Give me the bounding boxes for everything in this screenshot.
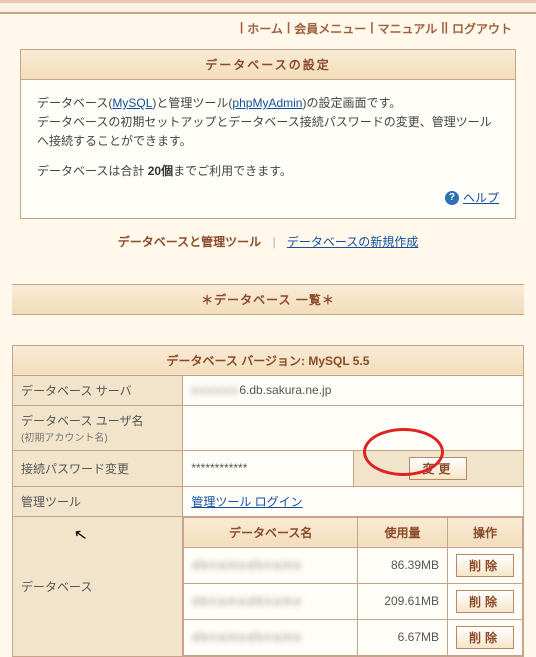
col-ops: 操作 bbox=[448, 517, 523, 547]
panel-desc: データベース(MySQL)と管理ツール(phpMyAdmin)の設定画面です。 … bbox=[37, 94, 499, 152]
quota-note: データベースは合計 20個までご利用できます。 bbox=[37, 162, 499, 181]
db-grid: データベース バージョン: MySQL 5.5 データベース サーバ xxxxx… bbox=[12, 345, 524, 657]
db-usage-cell: 86.39MB bbox=[358, 547, 448, 583]
panel-title: データベースの設定 bbox=[21, 50, 515, 80]
menu-member[interactable]: 会員メニュー bbox=[294, 20, 366, 37]
delete-button[interactable]: 削除 bbox=[456, 554, 514, 577]
delete-button[interactable]: 削除 bbox=[456, 626, 514, 649]
help-link[interactable]: ヘルプ bbox=[463, 189, 499, 208]
value-server: xxxxxx6.db.sakura.ne.jp bbox=[183, 375, 524, 405]
label-user: データベース ユーザ名(初期アカウント名) bbox=[13, 405, 183, 450]
menu-home[interactable]: ホーム bbox=[247, 20, 283, 37]
value-password: ************ bbox=[183, 450, 353, 486]
label-server: データベース サーバ bbox=[13, 375, 183, 405]
table-row: dbnamedbname86.39MB 削除 bbox=[184, 547, 523, 583]
db-name-cell: dbnamedbname bbox=[184, 619, 358, 655]
version-row: データベース バージョン: MySQL 5.5 bbox=[13, 345, 524, 375]
label-tool: 管理ツール bbox=[13, 486, 183, 516]
table-row: dbnamedbname6.67MB 削除 bbox=[184, 619, 523, 655]
top-menu: | ホーム | 会員メニュー | マニュアル || ログアウト bbox=[0, 14, 536, 45]
subnav-current: データベースと管理ツール bbox=[118, 235, 261, 249]
list-heading: ＊データベース 一覧＊ bbox=[12, 284, 524, 315]
col-usage: 使用量 bbox=[358, 517, 448, 547]
menu-logout[interactable]: ログアウト bbox=[452, 20, 512, 37]
label-password: 接続パスワード変更 bbox=[13, 450, 183, 486]
value-user bbox=[183, 405, 524, 450]
change-password-button[interactable]: 変更 bbox=[409, 457, 467, 480]
phpmyadmin-link[interactable]: phpMyAdmin bbox=[232, 96, 302, 110]
db-name-cell: dbnamedbname bbox=[184, 583, 358, 619]
label-databases: データベース bbox=[13, 516, 183, 656]
table-row: dbnamedbname209.61MB 削除 bbox=[184, 583, 523, 619]
menu-manual[interactable]: マニュアル bbox=[378, 20, 438, 37]
admin-tool-login-link[interactable]: 管理ツール ログイン bbox=[191, 495, 302, 509]
db-usage-cell: 209.61MB bbox=[358, 583, 448, 619]
mysql-link[interactable]: MySQL bbox=[112, 96, 152, 110]
db-name-cell: dbnamedbname bbox=[184, 547, 358, 583]
help-icon: ? bbox=[445, 191, 459, 205]
col-name: データベース名 bbox=[184, 517, 358, 547]
subnav-create-db[interactable]: データベースの新規作成 bbox=[287, 235, 418, 249]
db-inner-table: データベース名 使用量 操作 dbnamedbname86.39MB削除dbna… bbox=[183, 517, 523, 656]
db-usage-cell: 6.67MB bbox=[358, 619, 448, 655]
delete-button[interactable]: 削除 bbox=[456, 590, 514, 613]
settings-panel: データベースの設定 データベース(MySQL)と管理ツール(phpMyAdmin… bbox=[20, 49, 516, 219]
subnav: データベースと管理ツール | データベースの新規作成 bbox=[0, 223, 536, 266]
